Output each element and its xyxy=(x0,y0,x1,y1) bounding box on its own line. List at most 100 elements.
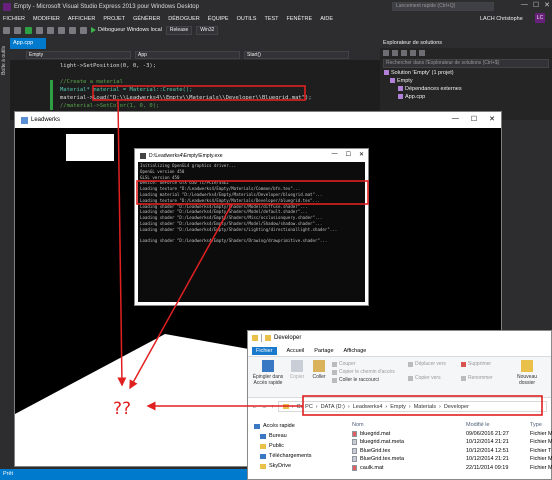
start-debugging-label: Débogueur Windows local xyxy=(98,27,162,33)
quick-access-toolbar-icon[interactable] xyxy=(265,335,271,341)
tree-item-solution[interactable]: Solution 'Empty' (1 projet) xyxy=(380,69,552,77)
menu-projet[interactable]: PROJET xyxy=(103,16,125,22)
pin-quick-access-button[interactable]: Épingler dans Accès rapide xyxy=(252,360,284,386)
tab-app-cpp[interactable]: App.cpp xyxy=(10,38,46,49)
menu-fenetre[interactable]: FENÊTRE xyxy=(287,16,313,22)
nav-item-downloads[interactable]: Téléchargements xyxy=(248,451,348,461)
start-debugging-button[interactable]: Débogueur Windows local xyxy=(91,27,162,33)
class-scope-select[interactable]: App xyxy=(135,50,240,59)
file-row[interactable]: BlueGrid.tex 10/12/2014 12:51 Fichier T xyxy=(348,447,552,456)
menu-afficher[interactable]: AFFICHER xyxy=(68,16,96,22)
tab-accueil[interactable]: Accueil xyxy=(287,348,305,354)
tree-item-label: Solution 'Empty' (1 projet) xyxy=(391,70,454,76)
leadwerks-window-title: Leadwerks xyxy=(31,117,61,123)
tab-affichage[interactable]: Affichage xyxy=(344,348,367,354)
tab-fichier[interactable]: Fichier xyxy=(252,346,277,355)
column-type[interactable]: Type xyxy=(530,422,552,428)
menu-aide[interactable]: AIDE xyxy=(320,16,333,22)
member-scope-select[interactable]: Start() xyxy=(244,50,349,59)
leadwerks-title-bar: Leadwerks — ☐ ✕ xyxy=(15,112,501,128)
menu-fichier[interactable]: FICHIER xyxy=(3,16,25,22)
copy-path-button[interactable]: Copier le chemin d'accès xyxy=(332,368,402,376)
cut-button[interactable]: Couper xyxy=(332,360,402,368)
breadcrumb-separator: › xyxy=(291,403,294,410)
tree-item-project[interactable]: Empty xyxy=(380,77,552,85)
file-type: Fichier M xyxy=(530,439,552,446)
menu-deboguer[interactable]: DÉBOGUER xyxy=(168,16,199,22)
breadcrumb[interactable]: › Ce PC › DATA (D:) › Leadwerks4 › Empty… xyxy=(277,401,547,412)
new-folder-button[interactable]: Nouveau dossier xyxy=(512,360,542,386)
home-icon[interactable] xyxy=(383,50,389,56)
minimize-button[interactable]: — xyxy=(452,115,459,123)
menu-equipe[interactable]: ÉQUIPE xyxy=(208,16,229,22)
back-arrow-icon[interactable]: ← xyxy=(252,404,258,410)
refresh-icon[interactable] xyxy=(401,50,407,56)
maximize-button[interactable]: ☐ xyxy=(533,1,539,9)
breadcrumb-item[interactable]: Developer xyxy=(444,404,469,410)
breadcrumb-item[interactable]: Ce PC xyxy=(297,404,313,410)
open-icon[interactable] xyxy=(36,26,43,34)
file-row[interactable]: bluegrid.mat.meta 10/12/2014 21:21 Fichi… xyxy=(348,438,552,447)
redo-icon[interactable] xyxy=(80,26,87,34)
breadcrumb-item[interactable]: Leadwerks4 xyxy=(353,404,383,410)
menu-modifier[interactable]: MODIFIER xyxy=(33,16,60,22)
minimize-button[interactable]: — xyxy=(332,151,338,158)
tree-item-dependencies[interactable]: Dépendances externes xyxy=(380,85,552,93)
nav-item-quick-access[interactable]: Accès rapide xyxy=(248,421,348,431)
file-row[interactable]: BlueGrid.tex.meta 10/12/2014 21:21 Fichi… xyxy=(348,455,552,464)
breadcrumb-item[interactable]: Materials xyxy=(414,404,436,410)
forward-arrow-icon[interactable]: → xyxy=(262,404,268,410)
breadcrumb-item[interactable]: DATA (D:) xyxy=(321,404,345,410)
menu-outils[interactable]: OUTILS xyxy=(237,16,257,22)
column-date[interactable]: Modifié le xyxy=(466,422,530,428)
close-button[interactable]: ✕ xyxy=(544,1,550,9)
menu-generer[interactable]: GÉNÉRER xyxy=(133,16,160,22)
properties-icon[interactable] xyxy=(419,50,425,56)
close-button[interactable]: ✕ xyxy=(489,115,495,123)
nav-item-public[interactable]: Public xyxy=(248,441,348,451)
up-arrow-icon[interactable]: ↑ xyxy=(271,404,274,410)
breadcrumb-item[interactable]: Empty xyxy=(390,404,406,410)
toolbox-tab[interactable]: Boîte à outils xyxy=(1,46,9,75)
copy-to-label: Copier vers xyxy=(415,375,441,381)
project-scope-select[interactable]: Empty xyxy=(26,50,131,59)
undo-icon[interactable] xyxy=(69,26,76,34)
save-icon[interactable] xyxy=(47,26,54,34)
maximize-button[interactable]: ☐ xyxy=(471,115,477,123)
file-row[interactable]: bluegrid.mat 09/06/2016 21:27 Fichier M xyxy=(348,430,552,439)
platform-select[interactable]: Win32 xyxy=(196,25,219,35)
nav-item-skydrive[interactable]: SkyDrive xyxy=(248,461,348,471)
configuration-select[interactable]: Release xyxy=(165,25,193,35)
copy-to-button[interactable]: Copier vers xyxy=(408,374,456,382)
delete-button[interactable]: Supprimer xyxy=(461,360,509,368)
file-type: Fichier M xyxy=(530,464,552,471)
paste-button[interactable]: Coller xyxy=(310,360,328,380)
solution-search-input[interactable]: Rechercher dans l'Explorateur de solutio… xyxy=(383,59,549,68)
dependencies-icon xyxy=(398,86,403,92)
maximize-button[interactable]: ☐ xyxy=(346,151,351,158)
collapse-icon[interactable] xyxy=(410,50,416,56)
new-folder-label: Nouveau dossier xyxy=(516,374,537,386)
menu-test[interactable]: TEST xyxy=(264,16,278,22)
minimize-button[interactable]: — xyxy=(521,1,528,9)
user-name[interactable]: LACH Christophe xyxy=(480,16,523,22)
paste-shortcut-button[interactable]: Coller le raccourci xyxy=(332,376,402,384)
sync-icon[interactable] xyxy=(392,50,398,56)
tab-partage[interactable]: Partage xyxy=(314,348,333,354)
avatar[interactable]: LC xyxy=(535,13,545,23)
new-project-icon[interactable] xyxy=(25,26,32,34)
save-all-icon[interactable] xyxy=(58,26,65,34)
quick-launch-input[interactable]: Lancement rapide (Ctrl+Q) xyxy=(392,2,494,11)
move-to-button[interactable]: Déplacer vers xyxy=(408,360,456,368)
copy-button[interactable]: Copier xyxy=(288,360,306,380)
forward-icon[interactable] xyxy=(14,26,21,34)
rename-button[interactable]: Renommer xyxy=(461,374,509,382)
tree-item-app-cpp[interactable]: App.cpp xyxy=(380,93,552,101)
column-name[interactable]: Nom xyxy=(348,422,466,428)
breadcrumb-separator: › xyxy=(315,403,318,410)
nav-item-desktop[interactable]: Bureau xyxy=(248,431,348,441)
file-row[interactable]: caulk.mat 22/11/2014 09:19 Fichier M xyxy=(348,464,552,473)
back-icon[interactable] xyxy=(3,26,10,34)
material-file-icon xyxy=(352,430,357,437)
close-button[interactable]: ✕ xyxy=(359,151,364,158)
